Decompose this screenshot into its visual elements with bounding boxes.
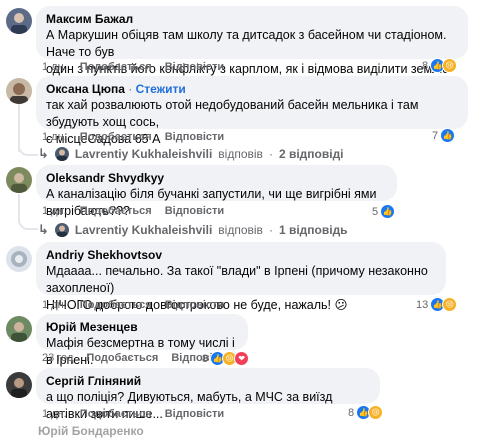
- comment-time[interactable]: 1 дн.: [42, 299, 67, 311]
- reactions[interactable]: 5 👍: [372, 204, 396, 219]
- comment-text: Мдаааа... печально. За такої "влади" в І…: [46, 264, 428, 295]
- comment-time[interactable]: 23 год: [42, 352, 73, 364]
- reply-author: Юрій Бондаренко: [38, 424, 144, 438]
- reactions[interactable]: 7 👍: [432, 128, 456, 143]
- reply-author: Lavrentiy Kukhaleishvili: [74, 223, 213, 237]
- like-icon: 👍: [440, 128, 456, 143]
- avatar: [54, 147, 69, 161]
- reactions[interactable]: 8 👍 😢: [422, 58, 458, 73]
- comment-meta: 1 дн. Подобається Відповісти: [42, 61, 234, 74]
- comment-author[interactable]: Andriy Shekhovtsov: [46, 248, 436, 263]
- sad-icon: 😢: [368, 405, 384, 420]
- comment-bubble: Максим Бажал А Маркушин обіцяв там школу…: [36, 6, 468, 93]
- avatar[interactable]: [6, 167, 32, 193]
- reactions-count: 7: [432, 129, 439, 142]
- sad-icon: 😢: [442, 297, 458, 312]
- comment-text: так хай розвалюють отой недобудований ба…: [46, 98, 419, 129]
- thread-connector: [18, 140, 38, 156]
- comment-meta: 1 дн. Подобається Відповісти: [42, 205, 234, 218]
- reply-button[interactable]: Відповісти: [165, 131, 224, 143]
- view-replies[interactable]: ↳ Lavrentiy Kukhaleishvili відповів · 2 …: [38, 146, 344, 162]
- comment-author[interactable]: Сергій Гліняний: [46, 374, 370, 389]
- comment-text: А Маркушин обіцяв там школу та дитсадок …: [46, 28, 447, 59]
- comment-time[interactable]: 1 дн.: [42, 61, 67, 73]
- comment-meta: 1 дн. Подобається Відповісти: [42, 131, 234, 144]
- view-replies[interactable]: ↳ Lavrentiy Kukhaleishvili відповів · 1 …: [38, 222, 348, 238]
- comment-bubble: Сергій Гліняний а що поліція? Дивуються,…: [36, 368, 380, 421]
- like-button[interactable]: Подобається: [80, 408, 152, 420]
- love-icon: ❤: [234, 351, 250, 366]
- thread-connector: [18, 214, 38, 230]
- like-button[interactable]: Подобається: [80, 299, 152, 311]
- comment-meta: 1 дн. Подобається Відповісти: [42, 299, 234, 312]
- reply-count: 1 відповідь: [278, 223, 348, 237]
- avatar[interactable]: [6, 78, 32, 104]
- reactions-count: 8: [202, 352, 209, 365]
- separator-dot: ·: [268, 223, 273, 237]
- comment-author-line: Оксана Цюпа · Стежити: [46, 82, 458, 97]
- separator-dot: ·: [128, 82, 133, 96]
- view-replies[interactable]: Юрій Бондаренко: [38, 424, 144, 438]
- like-button[interactable]: Подобається: [80, 205, 152, 217]
- like-icon: 👍: [380, 204, 396, 219]
- reply-button[interactable]: Відповісти: [165, 61, 224, 73]
- reactions-count: 8: [348, 406, 355, 419]
- reactions[interactable]: 8 👍 😢 ❤: [202, 351, 250, 366]
- reply-action: відповів: [218, 223, 263, 237]
- comment-time[interactable]: 1 дн.: [42, 408, 67, 420]
- avatar[interactable]: [6, 8, 32, 34]
- comment-author[interactable]: Oleksandr Shvydkyy: [46, 171, 387, 186]
- reactions[interactable]: 13 👍 😢: [416, 297, 458, 312]
- comment-author[interactable]: Юрій Мезенцев: [46, 320, 238, 335]
- comment-bubble: Oleksandr Shvydkyy А каналізацію біля бу…: [36, 165, 397, 218]
- comment-bubble: Юрій Мезенцев Мафія безсмертна в тому чи…: [36, 314, 248, 367]
- avatar[interactable]: [6, 316, 32, 342]
- avatar[interactable]: [6, 372, 32, 398]
- comment-bubble: Оксана Цюпа · Стежити так хай розвалюють…: [36, 76, 468, 146]
- comment-meta: 1 дн. Подобається Відповісти: [42, 408, 234, 421]
- comment-time[interactable]: 1 дн.: [42, 131, 67, 143]
- comment-author[interactable]: Оксана Цюпа: [46, 82, 125, 96]
- reply-arrow-icon: ↳: [38, 146, 49, 161]
- follow-button[interactable]: Стежити: [136, 82, 186, 96]
- comment-bubble: Andriy Shekhovtsov Мдаааа... печально. З…: [36, 242, 446, 312]
- avatar[interactable]: [6, 246, 32, 272]
- reactions-count: 8: [422, 59, 429, 72]
- avatar: [54, 223, 69, 237]
- reply-button[interactable]: Відповісти: [165, 299, 224, 311]
- reply-arrow-icon: ↳: [38, 222, 49, 237]
- comment-time[interactable]: 1 дн.: [42, 205, 67, 217]
- reply-action: відповів: [218, 147, 263, 161]
- reactions-count: 5: [372, 205, 379, 218]
- comment-author[interactable]: Максим Бажал: [46, 12, 458, 27]
- reactions-count: 13: [416, 298, 429, 311]
- like-button[interactable]: Подобається: [80, 61, 152, 73]
- reactions[interactable]: 8 👍 😢: [348, 405, 384, 420]
- like-button[interactable]: Подобається: [86, 352, 158, 364]
- sad-icon: 😢: [442, 58, 458, 73]
- like-button[interactable]: Подобається: [80, 131, 152, 143]
- reply-button[interactable]: Відповісти: [165, 408, 224, 420]
- separator-dot: ·: [268, 147, 273, 161]
- reply-author: Lavrentiy Kukhaleishvili: [74, 147, 213, 161]
- reply-count: 2 відповіді: [278, 147, 344, 161]
- reply-button[interactable]: Відповісти: [165, 205, 224, 217]
